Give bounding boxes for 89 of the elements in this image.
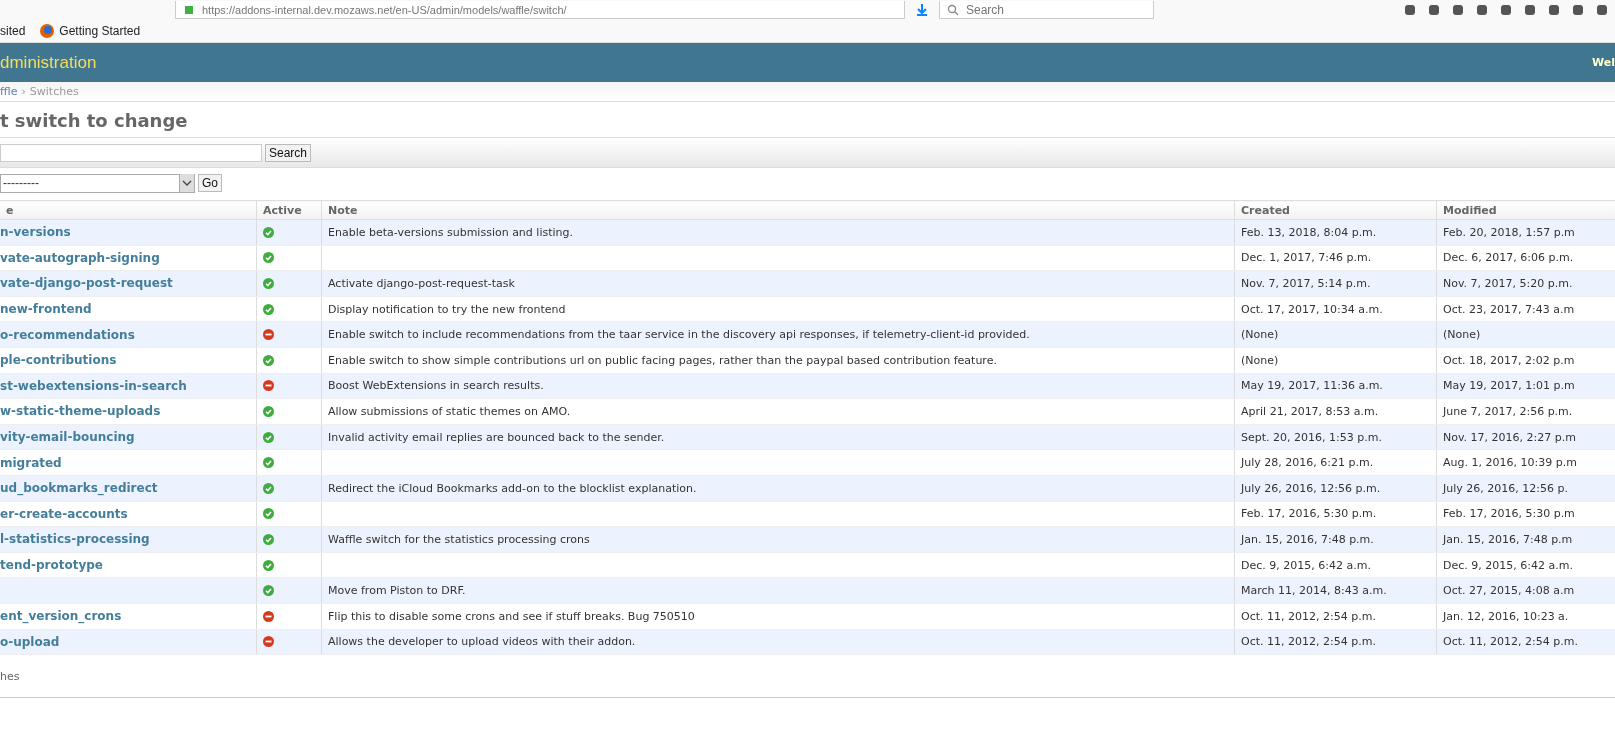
- note-text: Allow submissions of static themes on AMO.: [328, 404, 571, 418]
- toolbar-icon[interactable]: [1571, 3, 1585, 17]
- created-date: July 28, 2016, 6:21 p.m.: [1241, 456, 1374, 470]
- toolbar-icon[interactable]: [1595, 3, 1609, 17]
- created-date: May 19, 2017, 11:36 a.m.: [1241, 379, 1383, 393]
- created-date: Oct. 17, 2017, 10:34 a.m.: [1241, 302, 1383, 316]
- result-count: hes: [0, 669, 20, 683]
- note-text: Redirect the iCloud Bookmarks add-on to the blocklist explanation.: [328, 481, 697, 495]
- search-button[interactable]: Search: [265, 143, 312, 162]
- switch-link[interactable]: ent_version_crons: [0, 609, 122, 624]
- toolbar-icon[interactable]: [1547, 3, 1561, 17]
- column-header[interactable]: Note: [321, 200, 1235, 220]
- modified-date: Feb. 17, 2016, 5:30 p.m: [1443, 507, 1575, 521]
- switch-link[interactable]: tend-prototype: [0, 558, 103, 572]
- modified-date: Aug. 1, 2016, 10:39 p.m: [1443, 456, 1577, 470]
- switch-link[interactable]: w-static-theme-uploads: [0, 404, 161, 419]
- breadcrumb-current: Switches: [29, 85, 79, 98]
- note-text: Enable switch to show simple contributions url on public facing pages, rather than the paypal based contribution feature.: [328, 353, 997, 367]
- modified-date: Jan. 15, 2016, 7:48 p.m: [1443, 532, 1573, 546]
- created-date: Nov. 7, 2017, 5:14 p.m.: [1241, 277, 1371, 290]
- caret-icon: [179, 174, 194, 192]
- modified-date: Oct. 23, 2017, 7:43 a.m: [1443, 302, 1575, 316]
- action-select[interactable]: ---------: [0, 173, 195, 193]
- note-text: Flip this to disable some crons and see if stuff breaks. Bug 750510: [328, 609, 695, 623]
- note-text: Allows the developer to upload videos with their addon.: [328, 635, 636, 649]
- note-text: Waffle switch for the statistics processing crons: [328, 532, 590, 546]
- column-header[interactable]: e: [0, 200, 257, 220]
- toolbar-icon[interactable]: [1523, 3, 1537, 17]
- modified-date: Jan. 12, 2016, 10:23 a.: [1443, 609, 1569, 623]
- switch-link[interactable]: n-versions: [0, 225, 71, 240]
- created-date: Oct. 11, 2012, 2:54 p.m.: [1241, 635, 1376, 649]
- created-date: Oct. 11, 2012, 2:54 p.m.: [1241, 609, 1376, 623]
- switch-link[interactable]: migrated: [0, 455, 62, 470]
- column-header[interactable]: Active: [256, 200, 322, 220]
- breadcrumb-separator: ›: [21, 85, 26, 98]
- go-button[interactable]: Go: [198, 174, 222, 192]
- created-date: Dec. 9, 2015, 6:42 a.m.: [1241, 558, 1371, 572]
- modified-date: Feb. 20, 2018, 1:57 p.m: [1443, 225, 1575, 239]
- modified-date: Oct. 18, 2017, 2:02 p.m: [1443, 353, 1575, 367]
- created-date: Feb. 13, 2018, 8:04 p.m.: [1241, 225, 1377, 239]
- note-text: Boost WebExtensions in search results.: [328, 379, 544, 393]
- note-text: Move from Piston to DRF.: [328, 584, 466, 598]
- column-header[interactable]: Created: [1234, 200, 1437, 220]
- modified-date: Dec. 9, 2015, 6:42 a.m.: [1443, 558, 1573, 572]
- site-title[interactable]: dministration: [0, 52, 97, 73]
- modified-date: Nov. 7, 2017, 5:20 p.m.: [1443, 277, 1573, 290]
- modified-date: May 19, 2017, 1:01 p.m: [1443, 379, 1575, 393]
- switch-link[interactable]: o-upload: [0, 634, 60, 649]
- switch-link[interactable]: ple-contributions: [0, 353, 117, 368]
- created-date: (None): [1241, 328, 1279, 342]
- modified-date: (None): [1443, 328, 1481, 342]
- note-text: Enable beta-versions submission and listing.: [328, 225, 573, 239]
- modified-date: Nov. 17, 2016, 2:27 p.m: [1443, 430, 1576, 444]
- modified-date: Oct. 11, 2012, 2:54 p.m.: [1443, 635, 1578, 649]
- download-icon[interactable]: [915, 3, 929, 17]
- created-date: March 11, 2014, 8:43 a.m.: [1241, 584, 1387, 598]
- created-date: April 21, 2017, 8:53 a.m.: [1241, 404, 1379, 418]
- switch-link[interactable]: vate-autograph-signing: [0, 250, 160, 265]
- modified-date: Oct. 27, 2015, 4:08 a.m: [1443, 584, 1575, 598]
- created-date: Jan. 15, 2016, 7:48 p.m.: [1241, 532, 1374, 546]
- note-text: Enable switch to include recommendations from the taar service in the discovery api responses, if telemetry-client-id provided.: [328, 328, 1030, 342]
- search-input[interactable]: [0, 143, 262, 162]
- note-text: Activate django-post-request-task: [328, 277, 515, 290]
- toolbar-icon[interactable]: [1475, 3, 1489, 17]
- created-date: Sept. 20, 2016, 1:53 p.m.: [1241, 430, 1382, 444]
- bookmark-link[interactable]: Getting Started: [59, 24, 141, 38]
- search-field[interactable]: Search: [939, 1, 1154, 19]
- search-icon: [947, 4, 959, 16]
- url-text: https://addons-internal.dev.mozaws.net/en-US/admin/models/waffle/switch/: [202, 3, 567, 16]
- created-date: July 26, 2016, 12:56 p.m.: [1241, 481, 1381, 495]
- column-header[interactable]: Modified: [1436, 200, 1615, 220]
- note-text: Display notification to try the new frontend: [328, 302, 566, 316]
- welcome-text: Wel: [1592, 56, 1615, 69]
- modified-date: June 7, 2017, 2:56 p.m.: [1443, 404, 1573, 418]
- modified-date: July 26, 2016, 12:56 p.: [1443, 481, 1568, 495]
- toolbar-icon[interactable]: [1451, 3, 1465, 17]
- toolbar-icon[interactable]: [1403, 3, 1417, 17]
- bookmark-link[interactable]: sited: [0, 24, 26, 38]
- modified-date: Dec. 6, 2017, 6:06 p.m.: [1443, 251, 1574, 265]
- toolbar-icon[interactable]: [1499, 3, 1513, 17]
- toolbar-icon[interactable]: [1427, 3, 1441, 17]
- switch-link[interactable]: new-frontend: [0, 302, 92, 317]
- note-text: Invalid activity email replies are bounced back to the sender.: [328, 430, 665, 444]
- created-date: Feb. 17, 2016, 5:30 p.m.: [1241, 507, 1377, 521]
- created-date: Dec. 1, 2017, 7:46 p.m.: [1241, 251, 1372, 265]
- address-bar[interactable]: https://addons-internal.dev.mozaws.net/en-US/admin/models/waffle/switch/: [175, 1, 905, 19]
- created-date: (None): [1241, 353, 1279, 367]
- breadcrumb-link[interactable]: ffle: [0, 85, 18, 98]
- switch-link[interactable]: er-create-accounts: [0, 506, 128, 521]
